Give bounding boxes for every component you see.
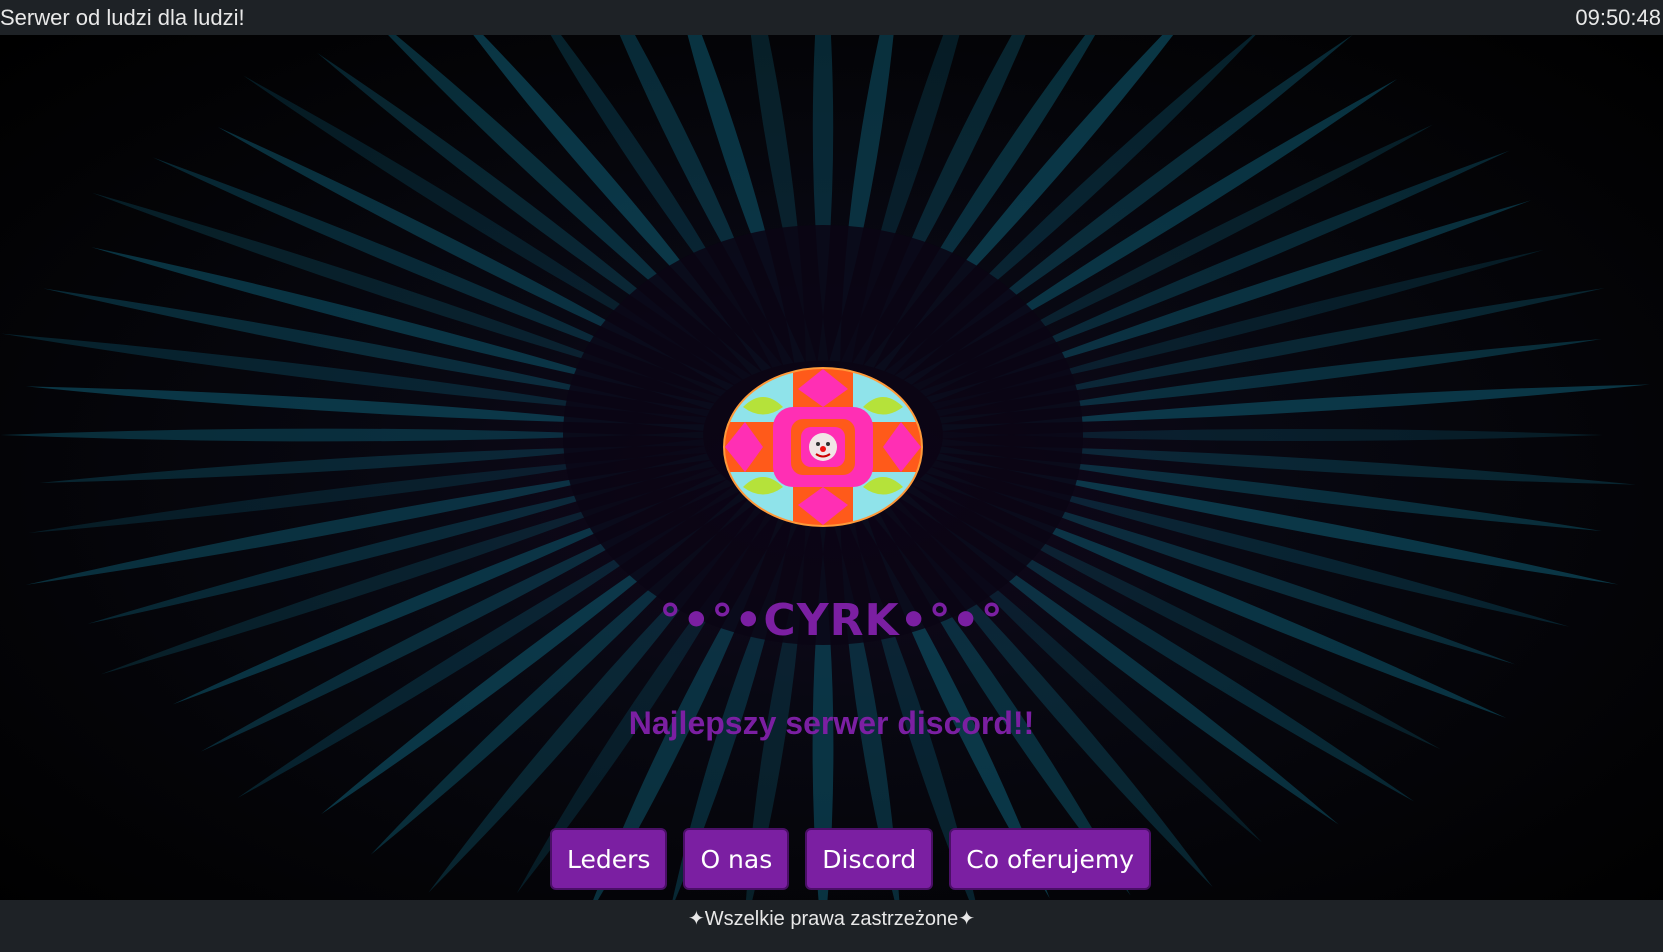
clock: 09:50:48 — [1575, 4, 1661, 30]
tagline: Najlepszy serwer discord!! — [628, 705, 1035, 741]
copyright-text: ✦Wszelkie prawa zastrzeżone✦ — [688, 908, 975, 930]
top-bar: Serwer od ludzi dla ludzi! 09:50:48 — [0, 0, 1663, 35]
hero-section: °•°•CYRK•°•° Najlepszy serwer discord!! … — [0, 35, 1663, 900]
site-title: Serwer od ludzi dla ludzi! — [0, 4, 245, 30]
nav-leders-button[interactable]: Leders — [550, 828, 668, 890]
server-name: °•°•CYRK•°•° — [659, 595, 1004, 646]
nav-co-oferujemy-button[interactable]: Co oferujemy — [949, 828, 1152, 890]
footer: ✦Wszelkie prawa zastrzeżone✦ — [0, 900, 1663, 952]
nav-o-nas-button[interactable]: O nas — [683, 828, 790, 890]
clown-kaleidoscope-logo — [723, 367, 923, 527]
nav-discord-button[interactable]: Discord — [805, 828, 934, 890]
nav-bar: Leders O nas Discord Co oferujemy — [550, 828, 1152, 890]
